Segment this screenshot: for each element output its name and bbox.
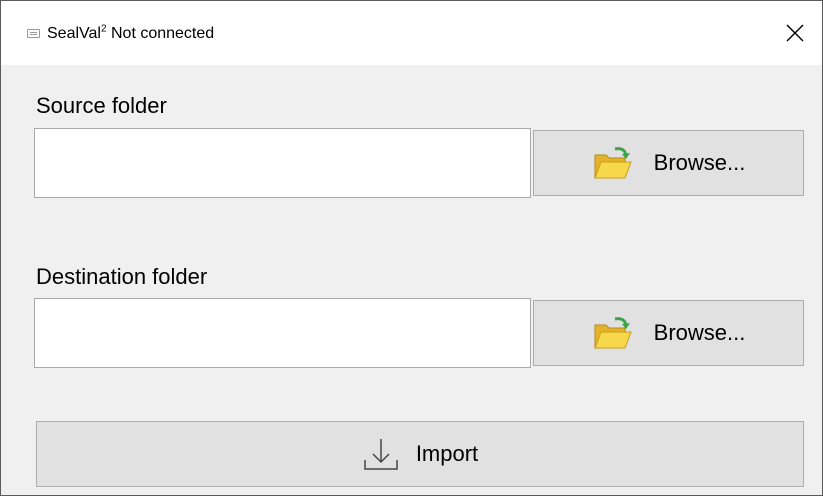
title-bar[interactable]: SealVal2 Not connected — [1, 1, 822, 65]
destination-browse-button[interactable]: Browse... — [533, 300, 804, 366]
app-name: SealVal — [47, 25, 101, 42]
source-folder-input[interactable] — [34, 128, 531, 198]
download-icon — [364, 439, 398, 470]
window-title: SealVal2 Not connected — [47, 24, 214, 44]
destination-folder-input[interactable] — [34, 298, 531, 368]
app-window-icon — [27, 29, 40, 38]
source-browse-label: Browse... — [653, 150, 746, 175]
source-folder-label: Source folder — [36, 93, 167, 118]
import-label: Import — [415, 441, 479, 466]
app-name-superscript: 2 — [100, 23, 107, 35]
close-icon — [786, 24, 804, 42]
destination-folder-label: Destination folder — [36, 264, 208, 289]
source-browse-button[interactable]: Browse... — [533, 130, 804, 196]
open-folder-icon — [593, 317, 632, 349]
connection-status: Not connected — [110, 25, 215, 42]
destination-browse-label: Browse... — [653, 320, 746, 345]
import-dialog-window: SealVal2 Not connected Source folder Bro… — [0, 0, 823, 496]
close-button[interactable] — [771, 9, 819, 57]
open-folder-icon — [593, 147, 632, 179]
import-button[interactable]: Import — [36, 421, 804, 487]
